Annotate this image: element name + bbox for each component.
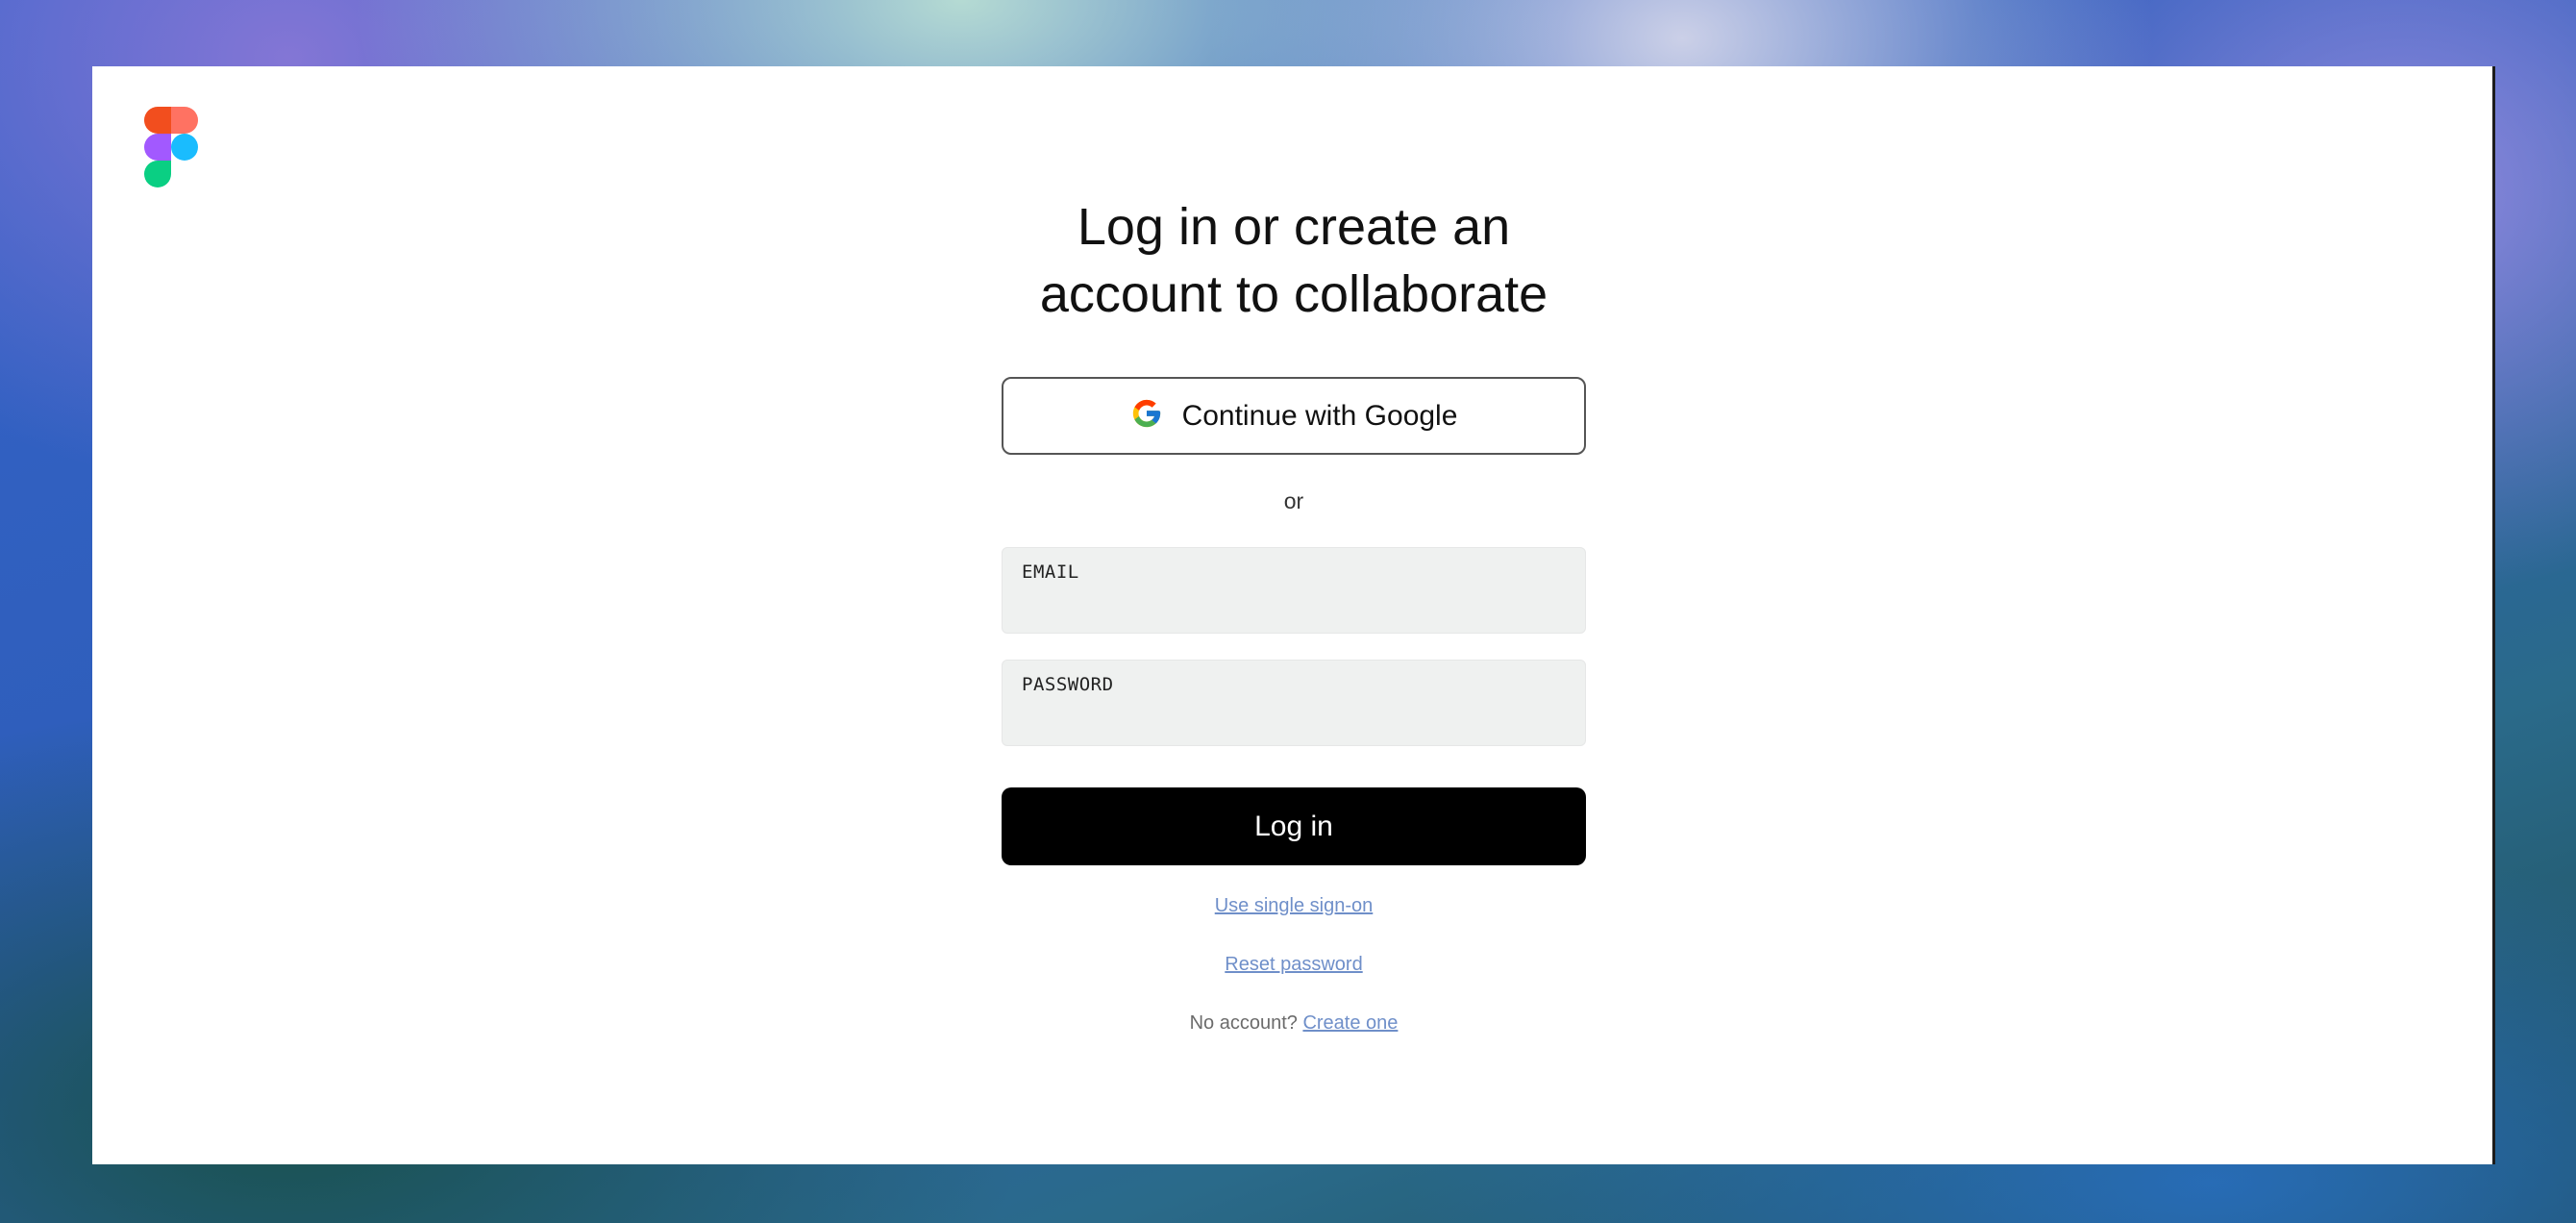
email-field[interactable]: EMAIL <box>1002 547 1586 634</box>
no-account-row: No account? Create one <box>1002 1012 1586 1035</box>
password-label: PASSWORD <box>1022 674 1114 695</box>
password-input[interactable] <box>1020 703 1568 737</box>
figma-logo-icon[interactable] <box>144 107 198 187</box>
sso-row: Use single sign-on <box>1002 895 1586 917</box>
create-account-link[interactable]: Create one <box>1302 1012 1398 1034</box>
password-field[interactable]: PASSWORD <box>1002 660 1586 746</box>
reset-password-link[interactable]: Reset password <box>1225 954 1362 975</box>
email-label: EMAIL <box>1022 562 1079 583</box>
google-g-icon <box>1130 397 1163 435</box>
log-in-button[interactable]: Log in <box>1002 787 1586 865</box>
continue-with-google-button[interactable]: Continue with Google <box>1002 377 1586 455</box>
page-title-line-1: Log in or create an <box>1077 198 1511 256</box>
use-single-sign-on-link[interactable]: Use single sign-on <box>1215 895 1374 916</box>
login-window: Log in or create an account to collabora… <box>92 66 2495 1164</box>
page-title-line-2: account to collaborate <box>1039 265 1548 323</box>
no-account-text: No account? <box>1189 1012 1298 1034</box>
reset-row: Reset password <box>1002 954 1586 976</box>
page-title: Log in or create an account to collabora… <box>905 193 1682 328</box>
continue-with-google-label: Continue with Google <box>1181 399 1458 432</box>
email-input[interactable] <box>1020 590 1568 625</box>
or-divider: or <box>1283 488 1304 513</box>
